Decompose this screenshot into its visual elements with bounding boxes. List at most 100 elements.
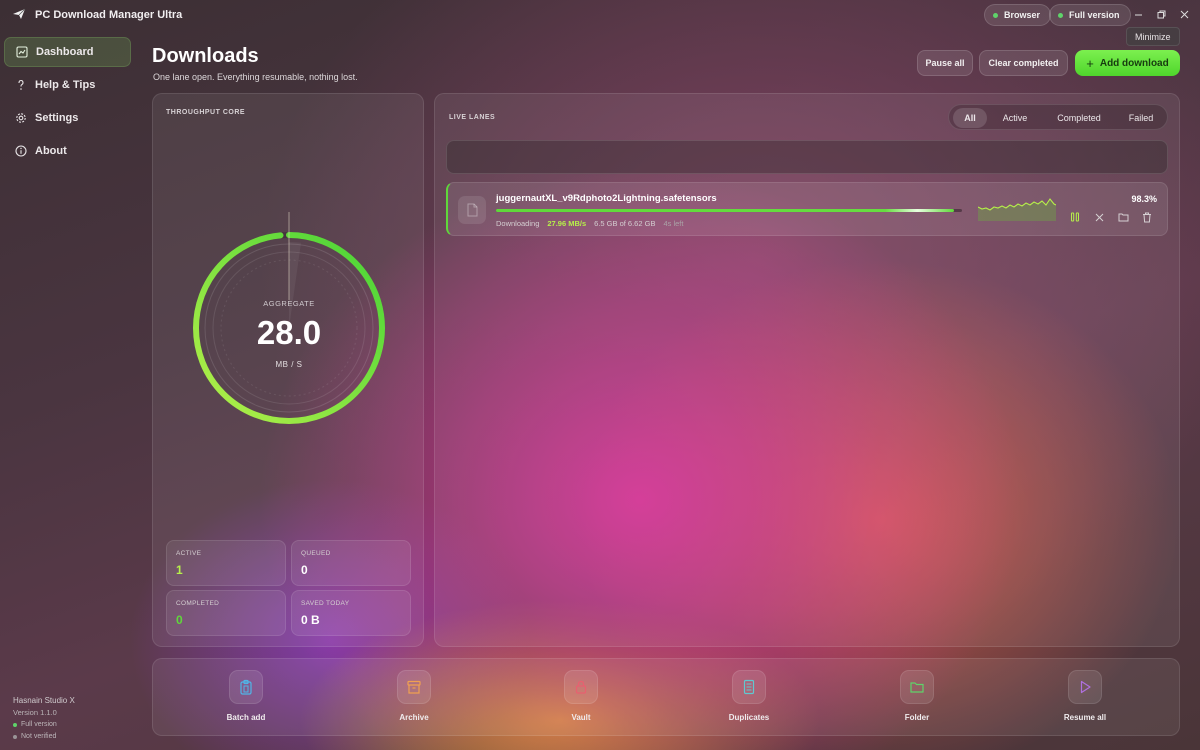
sidebar-item-about[interactable]: About (4, 136, 131, 166)
browser-status-dot (993, 12, 998, 18)
pause-all-button[interactable]: Pause all (917, 50, 973, 76)
batch-add-button[interactable]: Batch add (191, 670, 301, 722)
add-download-button[interactable]: + Add download (1075, 50, 1180, 76)
action-label: Duplicates (728, 713, 770, 722)
sidebar-item-label: Settings (35, 112, 79, 124)
full-version-button[interactable]: Full version (1049, 4, 1131, 26)
sidebar-item-label: Help & Tips (35, 79, 96, 91)
minimize-tooltip: Minimize (1126, 27, 1180, 46)
filter-tabs: All Active Completed Failed (948, 104, 1168, 130)
lock-icon (575, 680, 587, 694)
close-window-button[interactable] (1172, 5, 1196, 23)
tab-all[interactable]: All (953, 108, 987, 128)
stat-queued: QUEUED 0 (291, 540, 411, 586)
status-label: Not verified (21, 733, 57, 740)
gauge-label: AGGREGATE (263, 299, 315, 308)
browser-button[interactable]: Browser (984, 4, 1052, 26)
download-progress-fill (496, 209, 955, 212)
full-version-status: Full version (13, 721, 57, 728)
sidebar-item-label: Dashboard (36, 46, 94, 58)
trash-icon (1143, 212, 1151, 222)
download-filename: juggernautXL_v9Rdphoto2Lightning.safeten… (496, 193, 717, 204)
clipboard-icon (240, 679, 252, 695)
url-input[interactable] (446, 140, 1168, 174)
live-lanes-label: LIVE LANES (449, 114, 496, 121)
resume-all-button[interactable]: Resume all (1030, 670, 1140, 722)
action-tile (1068, 670, 1102, 704)
status-dot (13, 722, 17, 727)
full-version-label: Full version (1069, 10, 1120, 20)
app-title: PC Download Manager Ultra (35, 9, 183, 21)
action-tile (732, 670, 766, 704)
action-label: Folder (904, 713, 930, 722)
action-tile (397, 670, 431, 704)
question-icon (18, 79, 24, 90)
throughput-label: THROUGHPUT CORE (166, 109, 246, 116)
copy-icon (743, 679, 755, 695)
stat-value: 0 B (301, 613, 320, 627)
sidebar-item-settings[interactable]: Settings (4, 103, 131, 133)
studio-name: Hasnain Studio X (13, 696, 75, 705)
throughput-panel: THROUGHPUT CORE AGGREGATE 28.0 MB / S AC… (152, 93, 424, 647)
download-lane[interactable]: juggernautXL_v9Rdphoto2Lightning.safeten… (446, 182, 1168, 236)
tab-completed[interactable]: Completed (1045, 108, 1113, 128)
stat-value: 1 (176, 563, 183, 577)
verification-status: Not verified (13, 733, 56, 740)
status-label: Full version (21, 721, 57, 728)
folder-button[interactable]: Folder (862, 670, 972, 722)
restore-icon (1157, 10, 1165, 18)
app-logo-icon (13, 8, 26, 19)
download-progress-bar (496, 209, 962, 212)
pause-download-button[interactable] (1068, 210, 1082, 224)
speed-sparkline (978, 198, 1056, 221)
gear-icon (16, 113, 26, 123)
action-label: Vault (571, 713, 591, 722)
plus-icon: + (1086, 55, 1094, 71)
minimize-button[interactable] (1126, 5, 1150, 23)
stat-label: ACTIVE (176, 550, 202, 557)
clear-completed-button[interactable]: Clear completed (979, 50, 1068, 76)
app-version: Version 1.1.0 (13, 708, 57, 717)
action-tile (900, 670, 934, 704)
tab-failed[interactable]: Failed (1119, 108, 1163, 128)
open-folder-button[interactable] (1116, 210, 1130, 224)
download-status: Downloading (496, 219, 540, 228)
stat-value: 0 (176, 613, 183, 627)
stat-active: ACTIVE 1 (166, 540, 286, 586)
stat-label: SAVED TODAY (301, 600, 350, 607)
gauge-value: 28.0 (256, 314, 322, 351)
dashboard-icon (16, 46, 28, 58)
sidebar-item-dashboard[interactable]: Dashboard (4, 37, 131, 67)
download-size: 6.5 GB of 6.62 GB (594, 219, 656, 228)
download-eta: 4s left (663, 219, 684, 228)
play-icon (1080, 680, 1091, 694)
action-tile (564, 670, 598, 704)
page-subtitle: One lane open. Everything resumable, not… (153, 72, 358, 82)
add-download-label: Add download (1099, 57, 1169, 69)
vault-button[interactable]: Vault (526, 670, 636, 722)
full-version-status-dot (1058, 12, 1063, 18)
info-icon (15, 145, 27, 157)
tab-active[interactable]: Active (991, 108, 1039, 128)
folder-icon (1118, 213, 1128, 222)
stat-completed: COMPLETED 0 (166, 590, 286, 636)
status-dot (13, 734, 17, 739)
duplicates-button[interactable]: Duplicates (694, 670, 804, 722)
action-label: Archive (399, 713, 429, 722)
file-tile (458, 196, 486, 224)
minimize-icon (1134, 14, 1142, 15)
restore-button[interactable] (1149, 5, 1173, 23)
archive-button[interactable]: Archive (359, 670, 469, 722)
delete-download-button[interactable] (1140, 210, 1154, 224)
archive-icon (407, 680, 421, 694)
file-icon (467, 203, 478, 217)
close-icon (1180, 10, 1188, 18)
folder-icon (910, 682, 924, 693)
sidebar-item-help[interactable]: Help & Tips (4, 70, 131, 100)
action-tile (229, 670, 263, 704)
pause-icon (1071, 212, 1080, 222)
action-label: Resume all (1063, 713, 1107, 722)
gauge-unit: MB / S (275, 360, 303, 369)
cancel-download-button[interactable] (1092, 210, 1106, 224)
action-label: Batch add (226, 713, 266, 722)
